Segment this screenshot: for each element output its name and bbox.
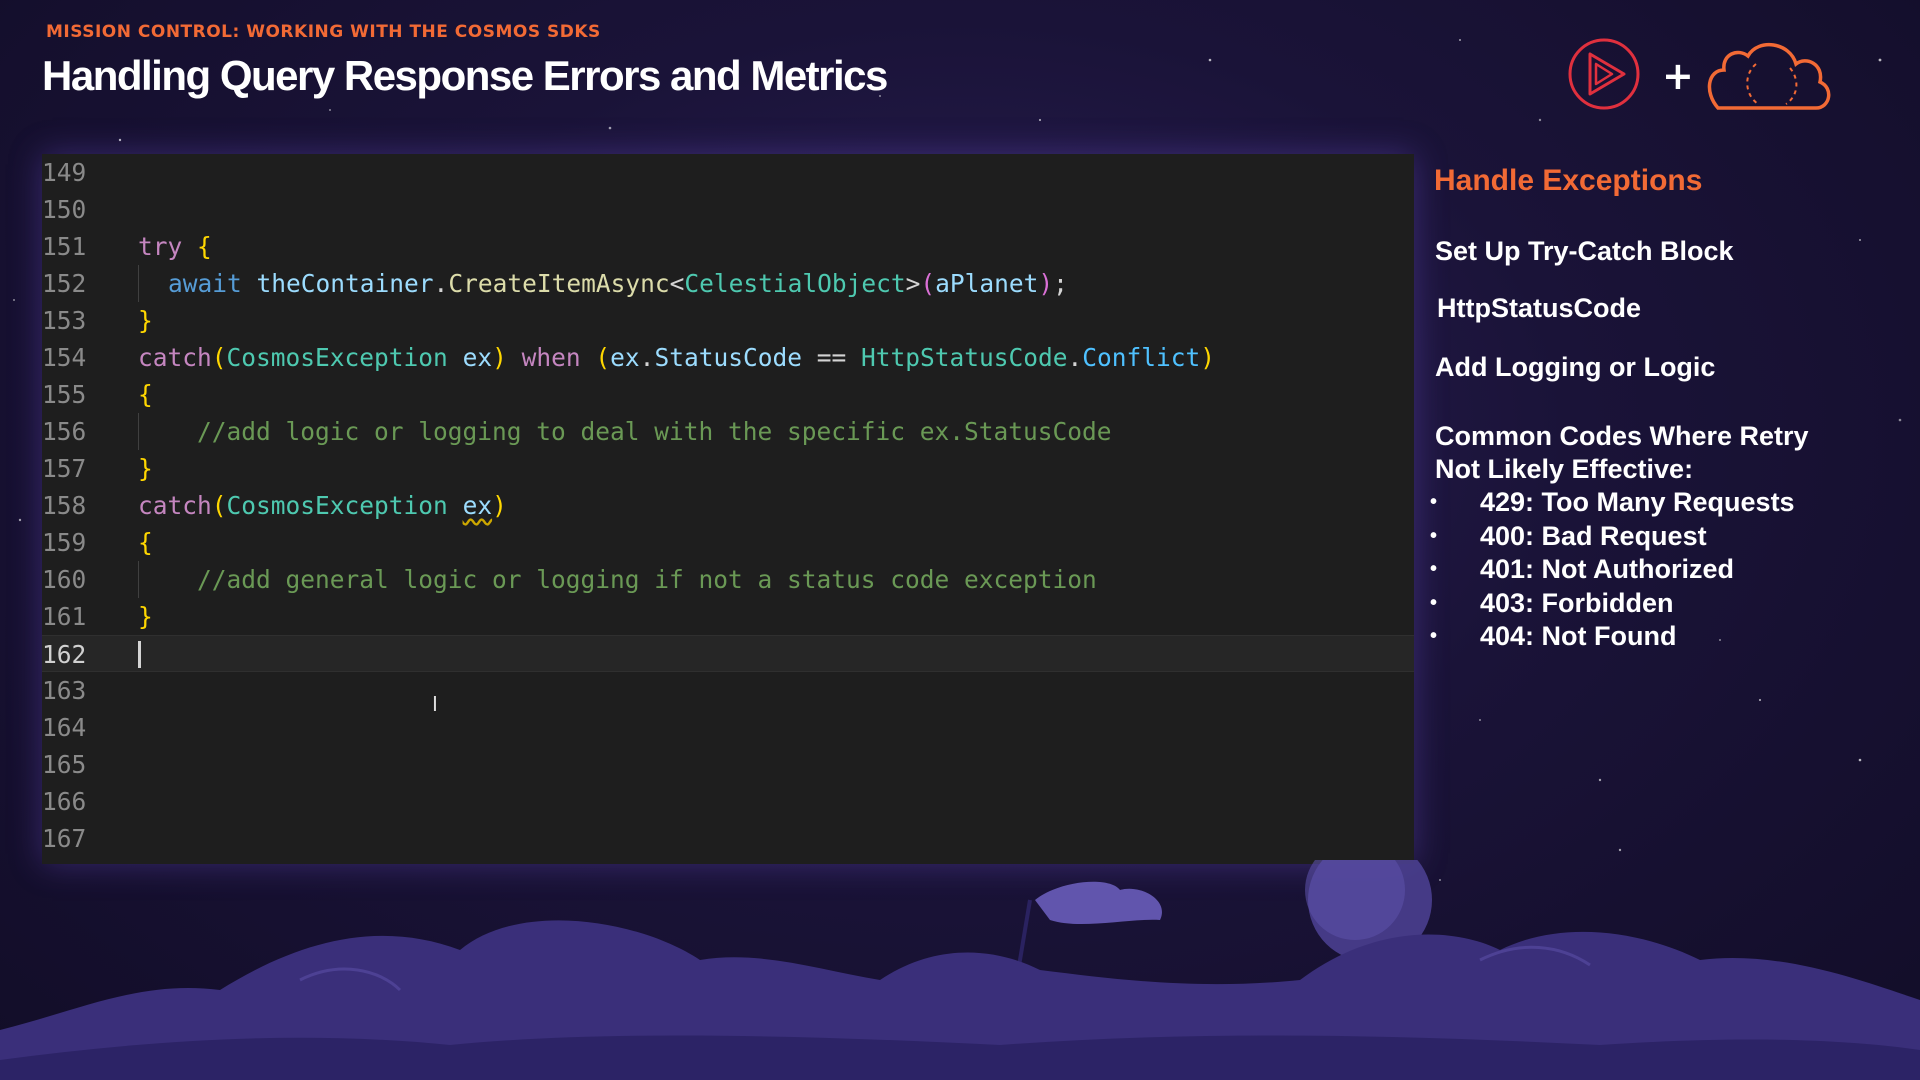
cloud-logo-icon — [1707, 42, 1831, 110]
line-number: 161 — [42, 602, 87, 631]
code-line[interactable]: 160 //add general logic or logging if not… — [42, 561, 1414, 598]
code-line[interactable]: 164 — [42, 709, 1414, 746]
code-line[interactable]: 158 catch(CosmosException ex) — [42, 487, 1414, 524]
code-line[interactable]: 159 { — [42, 524, 1414, 561]
line-number: 150 — [42, 195, 87, 224]
code-line[interactable]: 166 — [42, 783, 1414, 820]
code-text: await theContainer.CreateItemAsync<Celes… — [168, 269, 1068, 298]
code-line[interactable]: 167 — [42, 820, 1414, 857]
line-number: 165 — [42, 750, 87, 779]
text-caret — [138, 641, 141, 668]
line-number: 149 — [42, 158, 87, 187]
code-text: try { — [138, 232, 212, 261]
moon-landscape — [0, 860, 1920, 1080]
code-line[interactable]: 153} — [42, 302, 1414, 339]
code-line[interactable]: 157} — [42, 450, 1414, 487]
line-number: 166 — [42, 787, 87, 816]
code-text: catch(CosmosException ex) when (ex.Statu… — [138, 343, 1216, 372]
panel-item-logging: Add Logging or Logic — [1435, 352, 1716, 382]
code-text: { — [138, 528, 153, 557]
line-number: 157 — [42, 454, 87, 483]
code-line[interactable]: 152 await theContainer.CreateItemAsync<Ce… — [42, 265, 1414, 302]
line-number: 159 — [42, 528, 87, 557]
code-line[interactable]: 156 //add logic or logging to deal with t… — [42, 413, 1414, 450]
presentation-subtitle: MISSION CONTROL: WORKING WITH THE COSMOS… — [46, 22, 601, 42]
code-line[interactable]: 161} — [42, 598, 1414, 635]
line-number: 164 — [42, 713, 87, 742]
code-line[interactable]: 149 — [42, 154, 1414, 191]
line-number: 155 — [42, 380, 87, 409]
code-text: } — [138, 306, 153, 335]
line-number: 151 — [42, 232, 87, 261]
code-comment: //add logic or logging to deal with the … — [197, 417, 1112, 446]
line-number: 152 — [42, 269, 87, 298]
code-text: { — [138, 380, 153, 409]
code-line[interactable]: 151 try { — [42, 228, 1414, 265]
panel-item-httpstatuscode: HttpStatusCode — [1437, 293, 1641, 323]
code-text: } — [138, 454, 153, 483]
code-line[interactable]: 163 — [42, 672, 1414, 709]
panel-item-try-catch: Set Up Try-Catch Block — [1435, 236, 1734, 266]
code-line[interactable]: 165 — [42, 746, 1414, 783]
line-number: 167 — [42, 824, 87, 853]
play-logo-icon — [1568, 38, 1640, 110]
code-editor[interactable]: 149 150 151 try { 152 await theContainer.C… — [42, 154, 1414, 864]
code-comment: //add general logic or logging if not a … — [197, 565, 1097, 594]
slide-title: Handling Query Response Errors and Metri… — [42, 52, 888, 99]
warning-squiggle: ex — [462, 491, 493, 520]
current-code-line[interactable]: 162 — [42, 635, 1414, 672]
line-number: 154 — [42, 343, 87, 372]
code-line[interactable]: 155 { — [42, 376, 1414, 413]
brand-logos — [1568, 38, 1831, 110]
line-number: 156 — [42, 417, 87, 446]
code-line[interactable]: 150 — [42, 191, 1414, 228]
code-text: } — [138, 602, 153, 631]
line-number: 153 — [42, 306, 87, 335]
code-text: catch(CosmosException ex) — [138, 491, 507, 520]
line-number: 162 — [42, 640, 87, 669]
plus-sign: + — [1662, 54, 1694, 98]
line-number: 160 — [42, 565, 87, 594]
panel-heading: Handle Exceptions — [1434, 164, 1703, 197]
code-line[interactable]: 154 catch(CosmosException ex) when (ex.St… — [42, 339, 1414, 376]
line-number: 163 — [42, 676, 87, 705]
line-number: 158 — [42, 491, 87, 520]
codes-heading: Common Codes Where Retry Not Likely Effe… — [1435, 421, 1809, 484]
text-cursor-icon: I — [432, 692, 438, 716]
